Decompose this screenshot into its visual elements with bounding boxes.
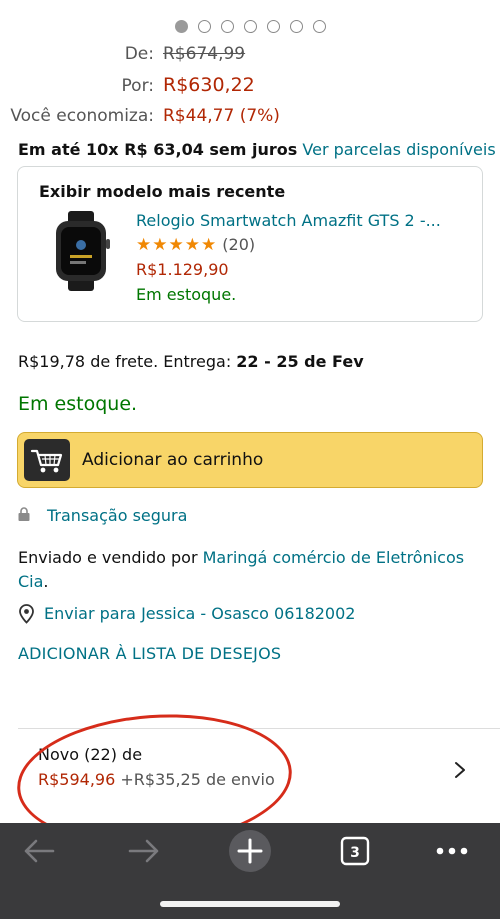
list-price-value: R$674,99 (163, 44, 246, 64)
shipping-info: R$19,78 de frete. Entrega: 22 - 25 de Fe… (18, 352, 364, 371)
carousel-dot[interactable] (220, 20, 234, 33)
offers-shipping: +R$35,25 de envio (120, 770, 275, 789)
carousel-dot[interactable] (197, 20, 211, 33)
new-tab-plus-icon[interactable] (228, 829, 272, 873)
lock-icon (18, 507, 30, 521)
carousel-dots[interactable] (0, 20, 500, 33)
offers-price-line: R$594,96 +R$35,25 de envio (38, 770, 275, 789)
chevron-right-icon[interactable] (453, 760, 467, 780)
add-to-cart-button[interactable]: Adicionar ao carrinho (17, 432, 483, 488)
shipping-cost: R$19,78 de frete. Entrega: (18, 352, 237, 371)
location-pin-icon (19, 604, 34, 624)
add-to-cart-label: Adicionar ao carrinho (82, 450, 264, 470)
add-to-wishlist-link[interactable]: ADICIONAR À LISTA DE DESEJOS (18, 644, 281, 663)
newer-model-stock: Em estoque. (136, 285, 237, 304)
carousel-dot-active[interactable] (174, 20, 188, 33)
more-dots-icon[interactable] (430, 833, 474, 869)
newer-model-name[interactable]: Relogio Smartwatch Amazfit GTS 2 -... (136, 211, 441, 230)
carousel-dot[interactable] (289, 20, 303, 33)
ship-to-label[interactable]: Enviar para Jessica - Osasco 06182002 (44, 604, 355, 623)
newer-model-rating[interactable]: ★★★★★ (20) (136, 235, 255, 255)
installments-info: Em até 10x R$ 63,04 sem juros Ver parcel… (18, 140, 496, 159)
list-price-row: De: R$674,99 (0, 44, 500, 70)
savings-value: R$44,77 (7%) (163, 106, 280, 126)
sold-by-suffix: . (43, 572, 49, 591)
installments-text: Em até 10x R$ 63,04 sem juros (18, 140, 298, 159)
secure-transaction[interactable]: Transação segura (18, 506, 187, 525)
secure-transaction-label[interactable]: Transação segura (47, 506, 187, 525)
newer-model-title: Exibir modelo mais recente (39, 182, 286, 201)
star-rating-icon: ★★★★★ (136, 235, 218, 255)
newer-model-price: R$1.129,90 (136, 260, 229, 279)
newer-model-card[interactable]: Exibir modelo mais recente Relogio Smart… (17, 166, 483, 322)
carousel-dot[interactable] (312, 20, 326, 33)
sale-price-label: Por: (121, 76, 154, 96)
installments-link[interactable]: Ver parcelas disponíveis (302, 140, 495, 159)
carousel-dot[interactable] (243, 20, 257, 33)
list-price-label: De: (124, 44, 154, 64)
tabs-count-icon[interactable]: 3 (333, 833, 377, 869)
section-divider (18, 728, 500, 729)
delivery-dates: 22 - 25 de Fev (236, 352, 364, 371)
forward-arrow-icon[interactable] (122, 833, 166, 869)
sold-by-info: Enviado e vendido por Maringá comércio d… (18, 546, 488, 594)
tabs-count-text: 3 (350, 845, 360, 861)
offers-price: R$594,96 (38, 770, 116, 789)
offers-title: Novo (22) de (38, 745, 143, 764)
savings-label: Você economiza: (10, 106, 154, 126)
cart-icon (24, 439, 70, 481)
carousel-dot[interactable] (266, 20, 280, 33)
savings-row: Você economiza: R$44,77 (7%) (0, 106, 500, 132)
other-offers[interactable]: Novo (22) de R$594,96 +R$35,25 de envio (38, 745, 275, 789)
sale-price-row: Por: R$630,22 (0, 74, 500, 100)
home-indicator[interactable] (160, 901, 340, 907)
sale-price-value: R$630,22 (163, 74, 255, 96)
smartwatch-image[interactable] (48, 211, 114, 291)
back-arrow-icon[interactable] (17, 833, 61, 869)
ship-to-address[interactable]: Enviar para Jessica - Osasco 06182002 (18, 604, 355, 624)
rating-count: (20) (222, 235, 256, 254)
stock-status: Em estoque. (18, 393, 138, 415)
sold-by-prefix: Enviado e vendido por (18, 548, 203, 567)
